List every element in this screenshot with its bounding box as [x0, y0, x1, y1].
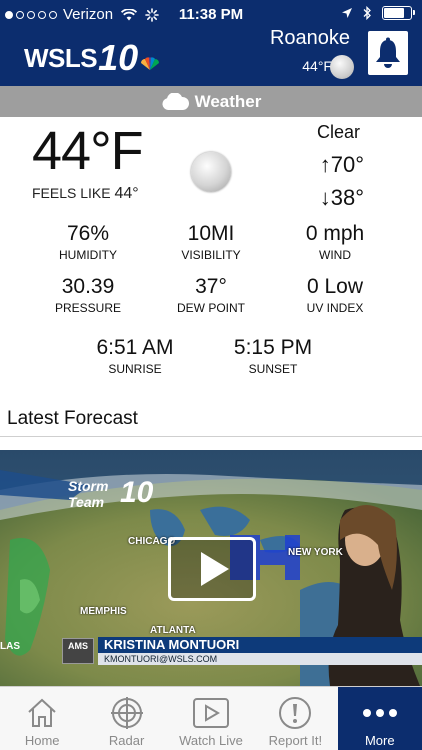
- weather-section-bar: Weather: [0, 86, 422, 117]
- feels-like-value: 44°: [114, 185, 139, 202]
- feels-like: FEELS LIKE 44°: [32, 185, 139, 203]
- wsls-logo: WSLS 10: [24, 40, 161, 76]
- status-right: [341, 6, 415, 20]
- section-divider: [0, 436, 422, 437]
- sunset-stat: 5:15 PM SUNSET: [233, 336, 313, 376]
- carrier-name: Verizon: [63, 6, 114, 23]
- uv-index-stat: 0 Low UV INDEX: [306, 275, 364, 315]
- cloud-icon: [162, 92, 189, 110]
- ams-badge: AMS: [62, 638, 94, 664]
- play-icon: [201, 552, 229, 586]
- header-city[interactable]: Roanoke: [270, 27, 350, 50]
- condition-text: Clear: [316, 122, 360, 142]
- more-icon: [362, 709, 397, 717]
- tab-bar: Home Radar Watch Live Report It! More: [0, 686, 422, 750]
- visibility-stat: 10MI VISIBILITY: [181, 222, 241, 262]
- wifi-icon: [121, 8, 138, 20]
- bell-icon: [376, 37, 400, 68]
- location-arrow-icon: [342, 8, 352, 18]
- header-temperature: 44°F: [302, 58, 332, 74]
- storm-team-logo: Storm Team 10: [68, 476, 154, 511]
- latest-forecast-title: Latest Forecast: [7, 408, 138, 429]
- radar-icon: [110, 697, 143, 729]
- bluetooth-icon: [363, 6, 371, 20]
- tab-report-it[interactable]: Report It!: [253, 687, 337, 750]
- current-temperature: 44°F: [32, 121, 144, 181]
- peacock-icon: [141, 57, 160, 70]
- map-label-atlanta: ATLANTA: [150, 625, 196, 636]
- map-label-las: LAS: [0, 641, 20, 652]
- tab-radar[interactable]: Radar: [84, 687, 168, 750]
- signal-strength-icon: [5, 10, 57, 19]
- dew-point-stat: 37° DEW POINT: [177, 275, 245, 315]
- status-left: Verizon: [5, 6, 159, 23]
- battery-icon: [382, 6, 415, 20]
- lower-third: AMS KRISTINA MONTUORI KMONTUORI@WSLS.COM: [60, 636, 422, 666]
- map-label-memphis: MEMPHIS: [80, 606, 127, 617]
- tab-home[interactable]: Home: [0, 687, 84, 750]
- humidity-stat: 76% HUMIDITY: [59, 222, 117, 262]
- pressure-stat: 30.39 PRESSURE: [54, 275, 122, 315]
- home-icon: [28, 698, 56, 727]
- app-header: Verizon 11:38 PM WSLS 10 Roanoke 44°F: [0, 0, 422, 86]
- map-label-new-york: NEW YORK: [288, 547, 343, 558]
- tab-more[interactable]: More: [337, 687, 422, 750]
- moon-icon: [330, 55, 354, 79]
- anchor-email: KMONTUORI@WSLS.COM: [98, 653, 422, 665]
- sunrise-stat: 6:51 AM SUNRISE: [96, 336, 174, 376]
- watch-live-icon: [192, 698, 229, 728]
- wind-stat: 0 mph WIND: [305, 222, 365, 262]
- alerts-button[interactable]: [368, 31, 408, 75]
- tab-watch-live[interactable]: Watch Live: [169, 687, 253, 750]
- play-video-button[interactable]: [168, 537, 256, 601]
- condition-moon-icon: [191, 152, 231, 192]
- feels-like-label: FEELS LIKE: [32, 185, 111, 201]
- anchor-name: KRISTINA MONTUORI: [98, 637, 422, 653]
- low-temperature: ↓38°: [319, 185, 364, 210]
- loading-spinner-icon: [145, 7, 159, 22]
- status-bar: Verizon 11:38 PM: [0, 0, 422, 28]
- app-screen: Verizon 11:38 PM WSLS 10 Roanoke 44°F We…: [0, 0, 422, 750]
- weather-section-title: Weather: [194, 91, 262, 111]
- high-temperature: ↑70°: [319, 152, 364, 177]
- alert-icon: [279, 697, 312, 729]
